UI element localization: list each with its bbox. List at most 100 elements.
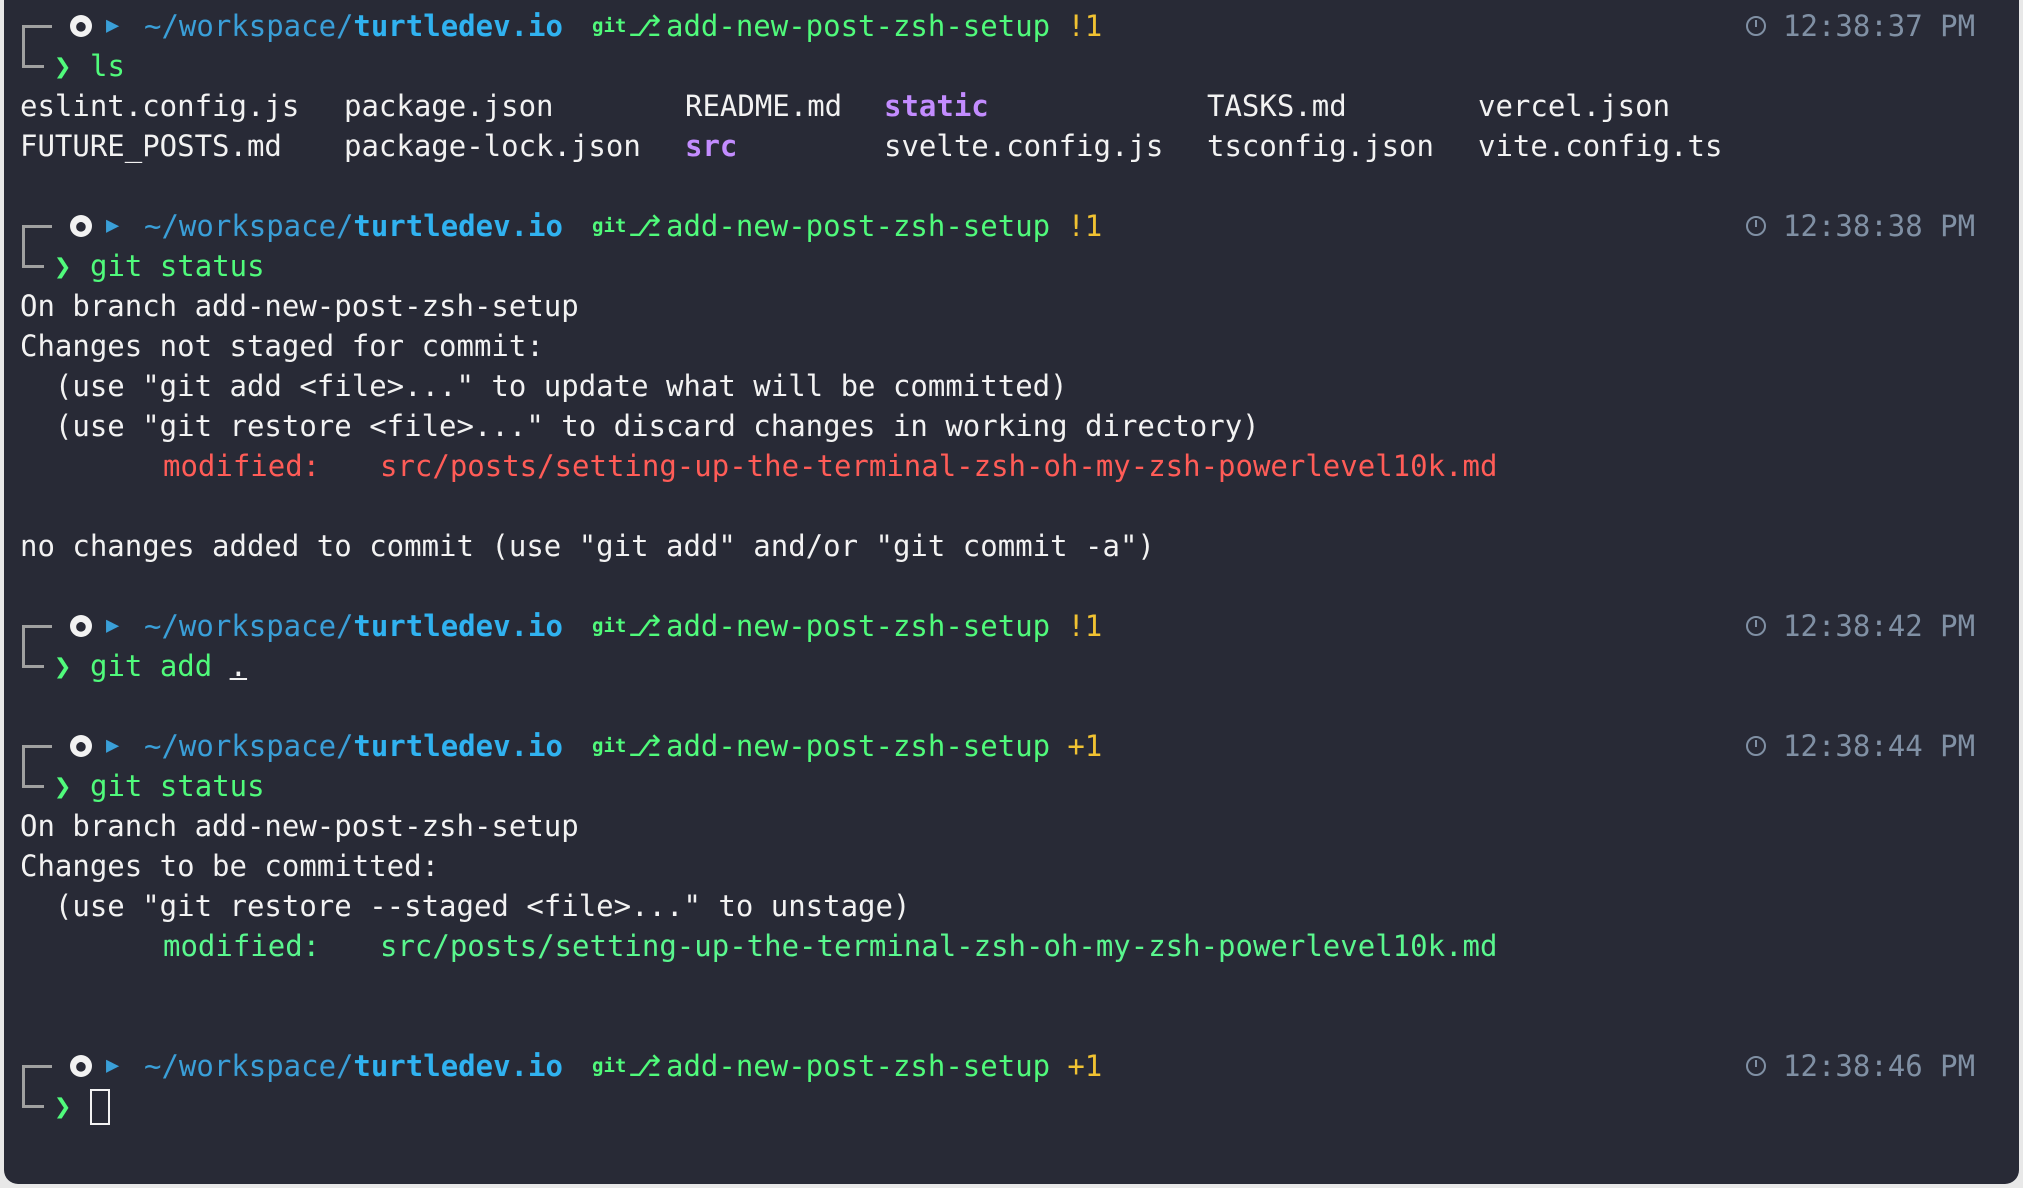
terminal-cursor[interactable]: [90, 1089, 110, 1125]
clock-icon: [1746, 616, 1766, 636]
git-branch-icon: ⎇: [628, 9, 662, 43]
output-text: (use "git restore <file>..." to discard …: [20, 409, 1260, 443]
path-repo: turtledev.io: [353, 729, 563, 763]
folder-icon: ▶: [106, 613, 120, 638]
folder-icon: ▶: [106, 733, 120, 758]
output-text: Changes not staged for commit:: [20, 329, 544, 363]
prompt-time: 12:38:42 PM: [1783, 609, 1976, 643]
command-line: ❯ git status: [4, 764, 2019, 806]
modified-label: modified:: [163, 449, 321, 483]
modified-file: src/posts/setting-up-the-terminal-zsh-oh…: [380, 449, 1498, 483]
folder-icon: ▶: [106, 1053, 120, 1078]
apple-icon: ●: [70, 1055, 92, 1077]
prompt-line: ● ▶ ~/workspace/turtledev.io git ⎇ add-new-po…: [4, 206, 2019, 247]
command-text[interactable]: git status: [90, 766, 265, 806]
ls-entry: vercel.json: [1478, 89, 1671, 123]
prompt-chevron: ❯: [54, 49, 72, 83]
apple-icon: ●: [70, 615, 92, 637]
ls-entry: static: [884, 89, 989, 123]
prompt-elbow: [22, 764, 44, 788]
path-prefix: ~/workspace/: [144, 209, 354, 243]
ls-entry: package.json: [344, 89, 554, 123]
output-line: On branch add-new-post-zsh-setup: [4, 806, 2019, 846]
git-status-count: !1: [1067, 609, 1103, 643]
command-text[interactable]: git status: [90, 246, 265, 286]
prompt-time: 12:38:46 PM: [1783, 1049, 1976, 1083]
ls-entry: src: [685, 129, 738, 163]
ls-entry: tsconfig.json: [1207, 129, 1434, 163]
command-text[interactable]: git add: [90, 646, 212, 686]
prompt-chevron: ❯: [54, 1089, 72, 1123]
output-text: (use "git add <file>..." to update what …: [20, 369, 1068, 403]
output-line: (use "git restore --staged <file>..." to…: [4, 886, 2019, 926]
command-arg[interactable]: .: [230, 646, 247, 686]
prompt-time: 12:38:38 PM: [1783, 209, 1976, 243]
ls-row: eslint.config.js package.json README.md sta…: [4, 86, 2019, 126]
output-text: (use "git restore --staged <file>..." to…: [20, 889, 911, 923]
branch-name: add-new-post-zsh-setup: [666, 729, 1051, 763]
output-line: On branch add-new-post-zsh-setup: [4, 286, 2019, 326]
branch-name: add-new-post-zsh-setup: [666, 9, 1051, 43]
git-status-count: !1: [1067, 209, 1103, 243]
prompt-line: ● ▶ ~/workspace/turtledev.io git ⎇ add-new-po…: [4, 1046, 2019, 1087]
prompt-elbow: [22, 44, 44, 68]
prompt-chevron: ❯: [54, 769, 72, 803]
git-branch-icon: ⎇: [628, 209, 662, 243]
ls-entry: svelte.config.js: [884, 129, 1164, 163]
git-label: git: [592, 1055, 627, 1077]
ls-entry: vite.config.ts: [1478, 129, 1723, 163]
path-repo: turtledev.io: [353, 209, 563, 243]
path-prefix: ~/workspace/: [144, 9, 354, 43]
output-text: Changes to be committed:: [20, 849, 440, 883]
git-branch-icon: ⎇: [628, 1049, 662, 1083]
command-line: ❯ ls: [4, 44, 2019, 86]
output-text: On branch add-new-post-zsh-setup: [20, 289, 579, 323]
ls-entry: FUTURE_POSTS.md: [20, 129, 282, 163]
clock-icon: [1746, 736, 1766, 756]
command-line: ❯: [4, 1084, 2019, 1126]
prompt-line: ● ▶ ~/workspace/turtledev.io git ⎇ add-new-po…: [4, 606, 2019, 647]
path-repo: turtledev.io: [353, 9, 563, 43]
modified-file: src/posts/setting-up-the-terminal-zsh-oh…: [380, 929, 1498, 963]
modified-line: modified: src/posts/setting-up-the-termin…: [4, 446, 2019, 486]
git-label: git: [592, 615, 627, 637]
git-label: git: [592, 735, 627, 757]
clock-icon: [1746, 216, 1766, 236]
git-status-count: +1: [1067, 729, 1103, 763]
prompt-line: ● ▶ ~/workspace/turtledev.io git ⎇ add-new-po…: [4, 726, 2019, 767]
output-line: Changes to be committed:: [4, 846, 2019, 886]
prompt-elbow: [22, 644, 44, 668]
output-line: Changes not staged for commit:: [4, 326, 2019, 366]
prompt-time: 12:38:44 PM: [1783, 729, 1976, 763]
ls-entry: README.md: [685, 89, 843, 123]
prompt-line: ● ▶ ~/workspace/turtledev.io git ⎇ add-new-po…: [4, 6, 2019, 47]
apple-icon: ●: [70, 15, 92, 37]
terminal-window[interactable]: ● ▶ ~/workspace/turtledev.io git ⎇ add-new-po…: [4, 0, 2019, 1184]
ls-entry: package-lock.json: [344, 129, 641, 163]
prompt-elbow: [22, 244, 44, 268]
branch-name: add-new-post-zsh-setup: [666, 209, 1051, 243]
path-prefix: ~/workspace/: [144, 609, 354, 643]
path-repo: turtledev.io: [353, 1049, 563, 1083]
output-text: no changes added to commit (use "git add…: [20, 529, 1155, 563]
clock-icon: [1746, 16, 1766, 36]
path-repo: turtledev.io: [353, 609, 563, 643]
prompt-chevron: ❯: [54, 649, 72, 683]
prompt-elbow: [22, 1084, 44, 1108]
git-label: git: [592, 15, 627, 37]
apple-icon: ●: [70, 735, 92, 757]
command-line: ❯ git add.: [4, 644, 2019, 686]
clock-icon: [1746, 1056, 1766, 1076]
branch-name: add-new-post-zsh-setup: [666, 609, 1051, 643]
command-text[interactable]: ls: [90, 46, 125, 86]
folder-icon: ▶: [106, 213, 120, 238]
command-line: ❯ git status: [4, 244, 2019, 286]
output-line: (use "git restore <file>..." to discard …: [4, 406, 2019, 446]
path-prefix: ~/workspace/: [144, 729, 354, 763]
apple-icon: ●: [70, 215, 92, 237]
prompt-chevron: ❯: [54, 249, 72, 283]
git-branch-icon: ⎇: [628, 729, 662, 763]
output-line: no changes added to commit (use "git add…: [4, 526, 2019, 566]
path-prefix: ~/workspace/: [144, 1049, 354, 1083]
branch-name: add-new-post-zsh-setup: [666, 1049, 1051, 1083]
